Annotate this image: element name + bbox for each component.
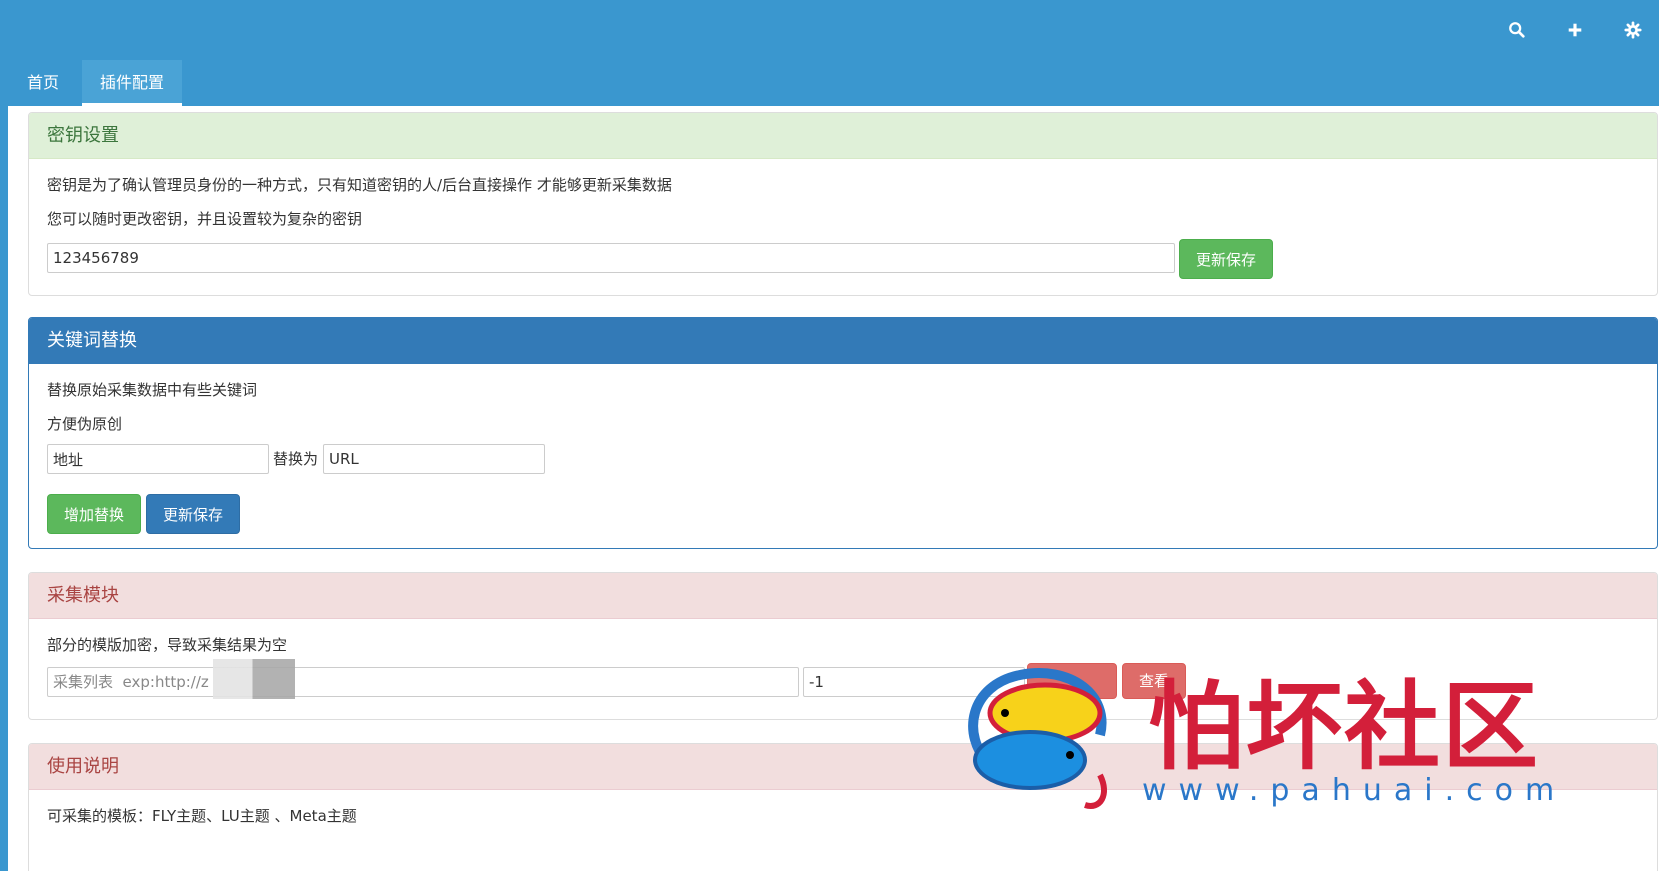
secret-key-input[interactable]	[47, 243, 1175, 273]
search-icon[interactable]	[1503, 16, 1531, 44]
keyword-to-input[interactable]	[323, 444, 545, 474]
collect-list-input[interactable]	[47, 667, 799, 697]
collect-action-button[interactable]	[1027, 663, 1117, 699]
usage-line: 可采集的模板：FLY主题、LU主题 、Meta主题	[47, 807, 357, 825]
keyword-replace-panel: 关键词替换 替换原始采集数据中有些关键词 方便伪原创 替换为 增加替换 更新保存	[28, 317, 1658, 549]
tab-home[interactable]: 首页	[9, 60, 77, 106]
save-key-button[interactable]: 更新保存	[1179, 239, 1274, 279]
description-line: 部分的模版加密，导致采集结果为空	[47, 636, 288, 654]
topbar-actions	[1503, 16, 1647, 44]
blurred-region	[213, 659, 295, 699]
panel-title: 关键词替换	[29, 318, 1657, 364]
replace-with-label: 替换为	[273, 450, 319, 468]
top-navbar	[0, 0, 1659, 60]
key-settings-panel: 密钥设置 密钥是为了确认管理员身份的一种方式，只有知道密钥的人/后台直接操作 才…	[28, 112, 1658, 296]
description-line: 您可以随时更改密钥，并且设置较为复杂的密钥	[47, 210, 363, 228]
view-button[interactable]: 查看	[1122, 663, 1187, 699]
description-line: 密钥是为了确认管理员身份的一种方式，只有知道密钥的人/后台直接操作 才能够更新采…	[47, 176, 672, 194]
description-line: 方便伪原创	[47, 415, 123, 433]
gear-icon[interactable]	[1619, 16, 1647, 44]
tab-plugin-config[interactable]: 插件配置	[82, 60, 183, 106]
main-content: 密钥设置 密钥是为了确认管理员身份的一种方式，只有知道密钥的人/后台直接操作 才…	[0, 106, 1659, 871]
panel-title: 密钥设置	[29, 113, 1657, 159]
add-replace-button[interactable]: 增加替换	[47, 494, 142, 534]
usage-panel: 使用说明 可采集的模板：FLY主题、LU主题 、Meta主题	[28, 743, 1658, 871]
panel-title: 采集模块	[29, 573, 1657, 619]
panel-title: 使用说明	[29, 744, 1657, 790]
plus-icon[interactable]	[1561, 16, 1589, 44]
page-number-input[interactable]	[803, 667, 1025, 697]
collect-module-panel: 采集模块 部分的模版加密，导致采集结果为空 查看	[28, 572, 1658, 720]
keyword-from-input[interactable]	[47, 444, 269, 474]
description-line: 替换原始采集数据中有些关键词	[47, 381, 258, 399]
save-replace-button[interactable]: 更新保存	[146, 494, 241, 534]
tab-bar: 首页 插件配置	[0, 60, 1659, 106]
